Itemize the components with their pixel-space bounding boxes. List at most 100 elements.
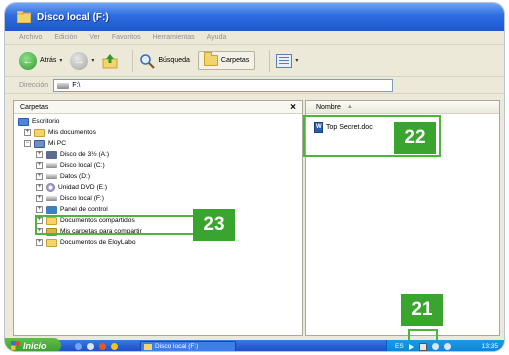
- callout-number-tree: 23: [193, 209, 235, 241]
- back-button[interactable]: ← Atrás ▾: [19, 51, 62, 70]
- menu-view[interactable]: Ver: [89, 34, 100, 41]
- drive-icon: [46, 163, 57, 168]
- expand-icon[interactable]: +: [24, 129, 31, 136]
- start-label: Inicio: [23, 340, 47, 351]
- menu-help[interactable]: Ayuda: [207, 34, 227, 41]
- expand-icon[interactable]: +: [36, 184, 43, 191]
- toolbar: ← Atrás ▾ → ▾ Búsqueda Carpetas ▾: [5, 45, 504, 77]
- folders-label: Carpetas: [220, 57, 250, 64]
- folders-pane-header: Carpetas ×: [14, 101, 302, 114]
- media-icon[interactable]: [99, 343, 106, 350]
- tree-item-drive-c[interactable]: + Disco local (C:): [36, 160, 105, 171]
- start-button[interactable]: Inicio: [5, 338, 61, 351]
- folders-pane-title: Carpetas: [20, 103, 49, 111]
- language-indicator[interactable]: ES: [395, 343, 404, 350]
- folder-icon: [17, 11, 31, 23]
- folder-icon: [203, 52, 218, 66]
- tree-label: Documentos de EloyLabo: [60, 239, 136, 246]
- windows-logo-icon: [11, 341, 20, 350]
- messenger-icon[interactable]: [111, 343, 118, 350]
- task-label: Disco local (F:): [155, 343, 199, 350]
- expand-icon[interactable]: +: [36, 195, 43, 202]
- expand-icon[interactable]: +: [36, 151, 43, 158]
- explorer-window: Disco local (F:) Archivo Edición Ver Fav…: [4, 2, 505, 352]
- tree-label: Panel de control: [60, 206, 108, 213]
- tree-item-my-pc[interactable]: − Mi PC: [24, 138, 66, 149]
- address-value: F:\: [72, 82, 81, 89]
- control-panel-icon: [46, 205, 57, 214]
- toolbar-separator: [269, 49, 271, 72]
- back-arrow-icon: ←: [19, 51, 37, 70]
- back-label: Atrás: [40, 57, 57, 64]
- column-header-name[interactable]: Nombre ▲: [306, 101, 499, 114]
- menu-edit[interactable]: Edición: [54, 34, 77, 41]
- views-button[interactable]: ▾: [276, 53, 298, 68]
- taskbar-window-button[interactable]: Disco local (F:): [140, 341, 236, 351]
- tree-label: Datos (D:): [60, 173, 91, 180]
- tree-item-control-panel[interactable]: + Panel de control: [36, 204, 108, 215]
- tree-item-floppy[interactable]: + Disco de 3½ (A:): [36, 149, 109, 160]
- close-icon[interactable]: ×: [290, 102, 296, 113]
- clock[interactable]: 13:35: [482, 343, 498, 350]
- folders-button[interactable]: Carpetas: [197, 51, 256, 70]
- drive-icon: [46, 174, 57, 179]
- menu-tools[interactable]: Herramientas: [153, 34, 195, 41]
- chevron-down-icon[interactable]: ▾: [59, 57, 62, 64]
- tree-label: Disco local (F:): [60, 195, 104, 202]
- drive-icon: [46, 196, 57, 201]
- safely-remove-hardware-icon[interactable]: [418, 342, 427, 351]
- callout-number-file: 22: [394, 122, 436, 154]
- forward-arrow-icon: →: [70, 51, 89, 70]
- address-label: Dirección: [19, 82, 49, 89]
- drive-icon: [57, 82, 70, 89]
- tree-label: Unidad DVD (E:): [58, 184, 108, 191]
- folder-icon: [46, 238, 57, 247]
- sort-ascending-icon: ▲: [346, 104, 353, 110]
- tree-label: Disco local (C:): [60, 162, 105, 169]
- expand-icon[interactable]: +: [36, 162, 43, 169]
- up-folder-icon: [102, 53, 118, 68]
- callout-number-tray: 21: [401, 294, 443, 326]
- volume-icon[interactable]: [443, 343, 451, 350]
- expand-icon[interactable]: +: [36, 239, 43, 246]
- tree-item-user-docs[interactable]: + Documentos de EloyLabo: [36, 237, 136, 248]
- desktop-icon[interactable]: [75, 343, 82, 350]
- taskbar: Inicio Disco local (F:) ES 13:35: [5, 338, 504, 351]
- menu-file[interactable]: Archivo: [19, 34, 42, 41]
- search-icon: [140, 53, 156, 69]
- up-folder-button[interactable]: [102, 53, 118, 69]
- folder-icon: [144, 343, 152, 350]
- search-label: Búsqueda: [158, 57, 190, 64]
- column-name-label: Nombre: [316, 103, 341, 111]
- tree-item-my-documents[interactable]: + Mis documentos: [24, 127, 96, 138]
- tree-item-dvd-e[interactable]: + Unidad DVD (E:): [36, 182, 107, 193]
- chevron-down-icon[interactable]: ▾: [295, 57, 298, 64]
- address-input[interactable]: F:\: [53, 79, 394, 92]
- views-icon: [276, 53, 293, 68]
- menu-bar: Archivo Edición Ver Favoritos Herramient…: [5, 31, 504, 45]
- tree-label: Mi PC: [48, 140, 66, 147]
- tree-label: Disco de 3½ (A:): [60, 151, 110, 158]
- browser-icon[interactable]: [87, 343, 94, 350]
- menu-favorites[interactable]: Favoritos: [112, 34, 141, 41]
- search-button[interactable]: Búsqueda: [139, 53, 190, 69]
- tree-item-desktop[interactable]: Escritorio: [18, 116, 59, 127]
- show-hidden-icons-icon[interactable]: [408, 343, 414, 350]
- expand-icon[interactable]: +: [36, 173, 43, 180]
- expand-icon[interactable]: +: [36, 206, 43, 213]
- tree-label: Mis documentos: [48, 129, 97, 136]
- network-icon[interactable]: [431, 343, 439, 350]
- tree-label: Escritorio: [32, 118, 60, 125]
- folder-icon: [34, 128, 45, 137]
- system-tray: ES 13:35: [386, 340, 504, 351]
- collapse-icon[interactable]: −: [24, 140, 31, 147]
- tree-item-drive-f[interactable]: + Disco local (F:): [36, 193, 104, 204]
- chevron-down-icon[interactable]: ▾: [91, 57, 94, 64]
- floppy-icon: [46, 150, 57, 159]
- window-title: Disco local (F:): [37, 11, 109, 23]
- dvd-icon: [46, 183, 55, 192]
- title-bar[interactable]: Disco local (F:): [5, 3, 504, 31]
- tree-item-drive-d[interactable]: + Datos (D:): [36, 171, 90, 182]
- forward-button[interactable]: → ▾: [70, 51, 94, 70]
- address-bar: Dirección F:\: [5, 78, 504, 94]
